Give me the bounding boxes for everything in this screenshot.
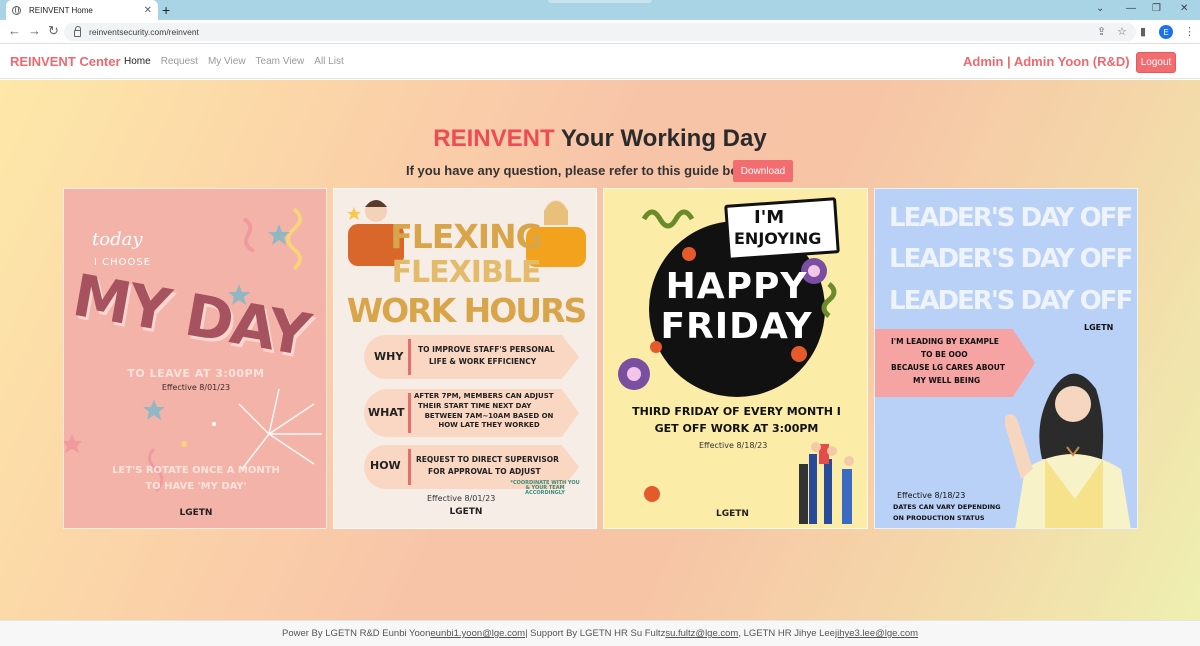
- leader-banner-line-2: TO BE OOO: [921, 350, 968, 359]
- leader-title-3: LEADER'S DAY OFF: [889, 286, 1133, 316]
- browser-toolbar: ← → ↻ reinventsecurity.com/reinvent ⇪ ☆ …: [0, 20, 1200, 44]
- page-title: REINVENT Your Working Day: [0, 125, 1200, 153]
- flex-row-how-text-2: FOR APPROVAL TO ADJUST: [428, 467, 541, 476]
- leader-effective: Effective 8/18/23: [897, 491, 966, 500]
- my-day-rotate-line-2: TO HAVE 'MY DAY': [145, 481, 247, 492]
- flex-title-line-1: FLEXING: [390, 217, 543, 256]
- flex-row-how-text-1: REQUEST TO DIRECT SUPERVISOR: [416, 455, 559, 464]
- flex-logo: LGETN: [449, 507, 483, 517]
- footer-text-3: , LGETN HR Jihye Lee: [738, 628, 835, 639]
- side-panel-icon[interactable]: ▮: [1140, 25, 1146, 39]
- flex-row-what-text-3: BETWEEN 7AM~10AM BASED ON HOW LATE THEY …: [424, 412, 554, 429]
- browser-tab-bar: REINVENT Home ✕ + ⌄ — ❐ ✕: [0, 0, 1200, 20]
- my-day-poster: today I CHOOSE MY DAY TO LEAVE AT 3:00PM…: [63, 188, 327, 529]
- back-icon[interactable]: ←: [8, 23, 21, 39]
- footer: Power By LGETN R&D Eunbi Yoon eunbi1.yoo…: [0, 620, 1200, 646]
- nav-home[interactable]: Home: [124, 56, 151, 67]
- nav-all-list[interactable]: All List: [314, 56, 343, 67]
- browser-tab[interactable]: REINVENT Home ✕: [6, 0, 158, 20]
- share-icon[interactable]: ⇪: [1097, 25, 1106, 39]
- reload-icon[interactable]: ↻: [48, 23, 59, 39]
- flex-title-line-2: FLEXIBLE: [391, 255, 542, 290]
- friday-bubble-line-2: ENJOYING: [734, 229, 822, 248]
- globe-icon: [12, 5, 21, 15]
- leader-title-1: LEADER'S DAY OFF: [889, 203, 1133, 233]
- lock-icon: [74, 25, 81, 37]
- nav-my-view[interactable]: My View: [208, 56, 246, 67]
- happy-friday-poster: I'M ENJOYING HAPPY FRIDAY THIRD FRIDAY O…: [603, 188, 868, 529]
- friday-desc-line-2: GET OFF WORK AT 3:00PM: [654, 422, 819, 435]
- flex-effective: Effective 8/01/23: [427, 494, 496, 503]
- woman-illustration: [1005, 373, 1131, 528]
- guide-subtitle: If you have any question, please refer t…: [406, 163, 758, 178]
- friday-title-line-1: HAPPY: [665, 266, 808, 307]
- friday-logo: LGETN: [716, 509, 749, 519]
- forward-icon[interactable]: →: [28, 23, 41, 39]
- leader-banner-line-4: MY WELL BEING: [913, 376, 981, 385]
- leader-note-line-1: DATES CAN VARY DEPENDING: [893, 503, 1001, 511]
- nav-request[interactable]: Request: [161, 56, 198, 67]
- close-tab-icon[interactable]: ✕: [144, 5, 152, 16]
- profile-avatar[interactable]: E: [1159, 25, 1173, 39]
- tab-title: REINVENT Home: [29, 5, 93, 15]
- leaders-day-off-poster: LEADER'S DAY OFF LEADER'S DAY OFF LEADER…: [874, 188, 1138, 529]
- url-text: reinventsecurity.com/reinvent: [89, 27, 199, 37]
- my-day-script-today: today: [92, 229, 143, 250]
- tab-list-chevron-icon[interactable]: ⌄: [1096, 3, 1104, 14]
- main-nav: Home Request My View Team View All List: [124, 56, 344, 67]
- divider: [408, 339, 411, 375]
- my-day-rotate-line-1: LET'S ROTATE ONCE A MONTH: [112, 465, 280, 476]
- main-content: REINVENT Your Working Day If you have an…: [0, 80, 1200, 620]
- close-window-icon[interactable]: ✕: [1180, 3, 1188, 14]
- flex-row-why-text-2: LIFE & WORK EFFICIENCY: [429, 357, 537, 366]
- minimize-icon[interactable]: —: [1126, 3, 1136, 14]
- leader-title-2: LEADER'S DAY OFF: [889, 244, 1133, 274]
- footer-email-su[interactable]: su.fultz@lge.com: [665, 628, 738, 639]
- nav-team-view[interactable]: Team View: [256, 56, 305, 67]
- my-day-effective: Effective 8/01/23: [161, 383, 231, 392]
- download-button[interactable]: Download: [733, 160, 793, 182]
- address-bar[interactable]: reinventsecurity.com/reinvent: [64, 23, 1136, 41]
- footer-email-jihye[interactable]: jihye3.lee@lge.com: [835, 628, 918, 639]
- divider: [408, 393, 411, 433]
- footer-email-eunbi[interactable]: eunbi1.yoon@lge.com: [430, 628, 525, 639]
- flex-row-what-text-2: THEIR START TIME NEXT DAY: [418, 402, 532, 410]
- footer-text-1: Power By LGETN R&D Eunbi Yoon: [281, 628, 431, 639]
- brand-link[interactable]: REINVENT Center: [10, 54, 121, 69]
- flex-title-line-3: WORK HOURS: [346, 291, 588, 330]
- flex-row-how-key: HOW: [370, 459, 401, 472]
- flex-row-why-key: WHY: [374, 350, 404, 363]
- title-accent: REINVENT: [433, 125, 555, 152]
- leader-banner-line-3: BECAUSE LG CARES ABOUT: [891, 363, 1006, 372]
- flex-row-what-text-1: AFTER 7PM, MEMBERS CAN ADJUST: [414, 392, 554, 400]
- friday-bubble-line-1: I'M: [754, 207, 785, 228]
- friday-title-line-2: FRIDAY: [660, 306, 813, 347]
- logout-button[interactable]: Logout: [1136, 52, 1176, 73]
- flex-note: *COORDINATE WITH YOU & YOUR TEAM ACCORDI…: [510, 480, 580, 496]
- friday-effective: Effective 8/18/23: [699, 441, 768, 450]
- flex-row-what-key: WHAT: [368, 406, 405, 419]
- user-label: Admin | Admin Yoon (R&D): [963, 54, 1130, 69]
- divider: [408, 449, 411, 485]
- flex-hours-poster: FLEXING FLEXIBLE WORK HOURS WHY TO IMPRO…: [333, 188, 597, 529]
- my-day-logo: LGETN: [179, 508, 213, 518]
- tab-search-strip: [548, 0, 652, 3]
- leader-banner-line-1: I'M LEADING BY EXAMPLE: [891, 337, 999, 346]
- friday-desc-line-1: THIRD FRIDAY OF EVERY MONTH I: [632, 405, 841, 418]
- maximize-icon[interactable]: ❐: [1152, 3, 1161, 14]
- my-day-leave-time: TO LEAVE AT 3:00PM: [127, 367, 265, 380]
- new-tab-button[interactable]: +: [162, 2, 170, 18]
- menu-kebab-icon[interactable]: ⋮: [1184, 25, 1195, 39]
- app-navbar: REINVENT Center Home Request My View Tea…: [0, 44, 1200, 79]
- leader-note-line-2: ON PRODUCTION STATUS: [893, 514, 985, 522]
- flex-row-why-text-1: TO IMPROVE STAFF'S PERSONAL: [418, 345, 555, 354]
- footer-text-2: | Support By LGETN HR Su Fultz: [525, 628, 666, 639]
- title-rest: Your Working Day: [554, 125, 767, 152]
- leader-logo: LGETN: [1084, 323, 1114, 332]
- bookmark-star-icon[interactable]: ☆: [1117, 25, 1127, 39]
